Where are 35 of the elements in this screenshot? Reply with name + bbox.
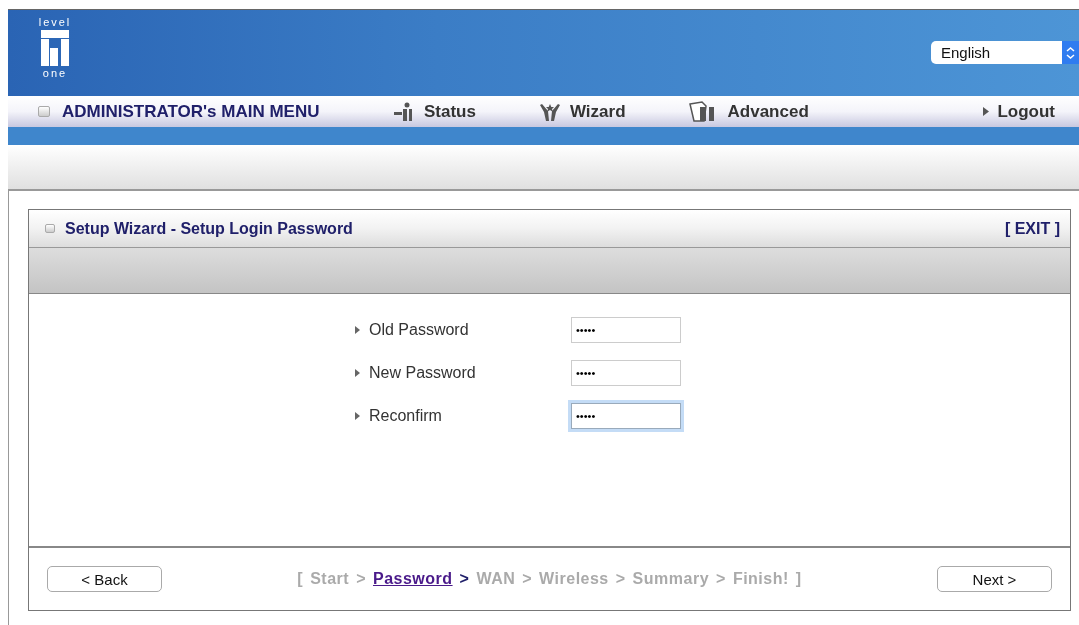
square-icon	[45, 224, 55, 233]
separator: >	[615, 570, 626, 588]
triangle-icon	[355, 368, 360, 377]
menu-item[interactable]: Status	[392, 100, 476, 123]
separator: >	[716, 570, 726, 588]
logo-text: one	[42, 68, 68, 79]
exit-link[interactable]: [ EXIT ]	[1004, 219, 1060, 238]
logout-link[interactable]: Logout	[983, 101, 1055, 122]
bracket: ]	[795, 570, 802, 588]
square-icon	[38, 106, 50, 117]
separator: >	[356, 570, 366, 588]
field-label: Reconfirm	[369, 406, 442, 425]
bracket: [	[297, 570, 304, 588]
next-button[interactable]: Next >	[937, 566, 1052, 592]
separator: >	[522, 570, 533, 588]
field-label: Old Password	[369, 320, 469, 339]
field-label: New Password	[369, 363, 476, 382]
password-field[interactable]: •••••	[571, 316, 681, 343]
password-field[interactable]: •••••	[571, 402, 681, 429]
menu-item[interactable]: Wizard	[537, 100, 626, 123]
password-field[interactable]: •••••	[571, 359, 681, 386]
back-button[interactable]: < Back	[47, 566, 162, 592]
logo-icon	[41, 30, 69, 66]
separator: >	[459, 570, 470, 588]
logo-text: level	[38, 17, 72, 28]
hands-star-icon	[537, 101, 562, 122]
language-select[interactable]: English	[931, 41, 1079, 64]
panel-title: Setup Wizard - Setup Login Password	[65, 219, 353, 238]
menu-title: ADMINISTRATOR's MAIN MENU	[62, 101, 320, 122]
triangle-icon	[983, 107, 990, 116]
stepper-icon	[1062, 41, 1079, 64]
wizard-step[interactable]: Password	[373, 570, 453, 588]
menu-item[interactable]: Advanced	[687, 100, 809, 123]
triangle-icon	[355, 325, 360, 334]
triangle-icon	[355, 411, 360, 420]
